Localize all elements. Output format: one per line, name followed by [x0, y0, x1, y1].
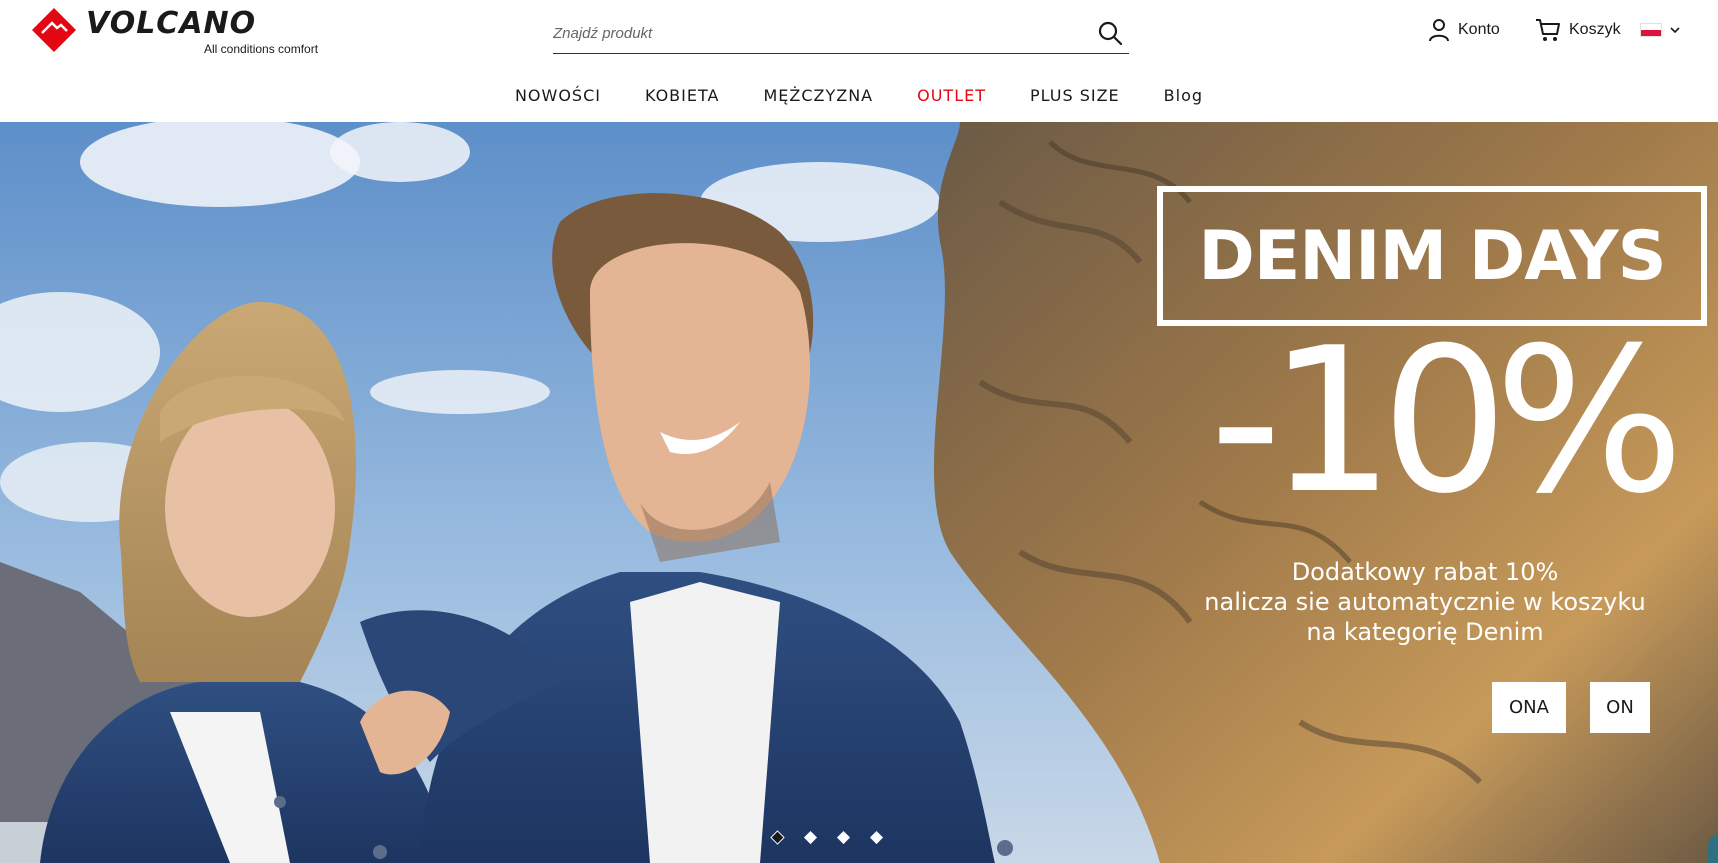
cart-label: Koszyk [1569, 21, 1621, 38]
nav-item-kobieta[interactable]: KOBIETA [623, 78, 742, 114]
side-widget-tab[interactable] [1708, 834, 1718, 863]
account-label: Konto [1458, 21, 1500, 38]
slider-dot-4[interactable] [869, 830, 884, 845]
slider-dot-1[interactable] [770, 830, 785, 845]
brand-tagline: All conditions comfort [204, 42, 319, 56]
brand-logo[interactable]: VOLCANO All conditions comfort [30, 4, 330, 58]
brand-name: VOLCANO [86, 6, 257, 41]
language-selector[interactable] [1640, 20, 1680, 40]
search-icon[interactable] [1097, 20, 1123, 46]
search-bar [553, 14, 1129, 54]
cart-icon [1536, 19, 1560, 41]
nav-item-nowosci[interactable]: NOWOŚCI [493, 78, 623, 114]
promo-discount: -10% [1209, 305, 1685, 538]
promo-title: DENIM DAYS [1198, 216, 1666, 296]
nav-item-mezczyzna[interactable]: MĘŻCZYZNA [741, 78, 895, 114]
logo-diamond-icon [32, 8, 76, 52]
promo-line-3: na kategorię Denim [1306, 618, 1544, 646]
cart-link[interactable]: Koszyk [1535, 16, 1621, 44]
promo-description: Dodatkowy rabat 10% nalicza sie automaty… [1165, 557, 1685, 647]
chevron-down-icon [1670, 27, 1680, 34]
search-input[interactable] [553, 14, 1073, 52]
nav-item-plus-size[interactable]: PLUS SIZE [1008, 78, 1142, 114]
ona-button[interactable]: ONA [1492, 682, 1566, 733]
poland-flag-icon [1640, 23, 1662, 37]
slider-dot-3[interactable] [836, 830, 851, 845]
promo-line-2: nalicza sie automatycznie w koszyku [1204, 588, 1646, 616]
slider-dots [770, 830, 884, 850]
slider-dot-2[interactable] [803, 830, 818, 845]
nav-item-outlet[interactable]: OUTLET [895, 78, 1008, 114]
user-icon [1429, 19, 1449, 42]
nav-item-blog[interactable]: Blog [1142, 78, 1225, 114]
promo-line-1: Dodatkowy rabat 10% [1291, 558, 1559, 586]
on-button[interactable]: ON [1590, 682, 1650, 733]
account-link[interactable]: Konto [1428, 16, 1500, 44]
main-nav: NOWOŚCI KOBIETA MĘŻCZYZNA OUTLET PLUS SI… [0, 78, 1718, 114]
site-header: VOLCANO All conditions comfort Konto Kos… [0, 0, 1718, 121]
